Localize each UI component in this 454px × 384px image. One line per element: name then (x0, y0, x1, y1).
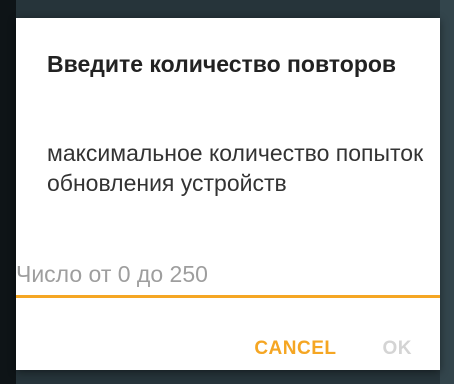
ok-button[interactable]: OK (383, 338, 413, 360)
input-dialog: Введите количество повторов максимальное… (16, 18, 440, 370)
input-container (16, 254, 440, 298)
dialog-message: максимальное количество попыток обновлен… (47, 140, 424, 196)
screen-background: Введите количество повторов максимальное… (0, 0, 454, 384)
background-left-edge (0, 0, 16, 384)
dialog-actions: CANCEL OK (254, 334, 440, 364)
dialog-title: Введите количество повторов (47, 51, 397, 77)
background-right-edge (440, 0, 454, 384)
input-underline (16, 295, 440, 298)
retry-count-input[interactable] (16, 254, 440, 294)
cancel-button[interactable]: CANCEL (254, 338, 336, 360)
